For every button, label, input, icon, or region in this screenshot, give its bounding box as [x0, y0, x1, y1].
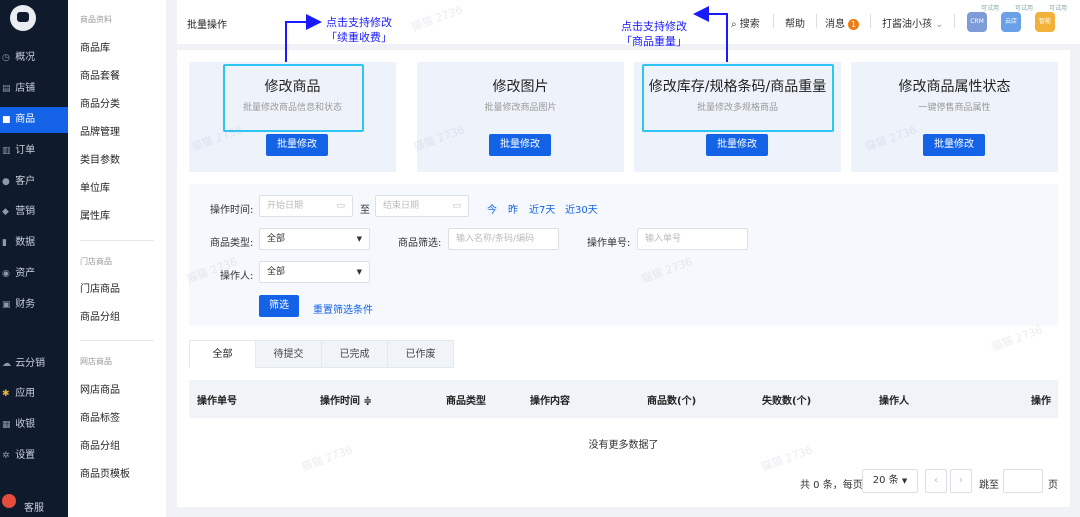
- annotation-arrow-left: [285, 14, 322, 62]
- annotation-arrows: [285, 6, 728, 62]
- app-root: ◷ 概况 ▤ 店铺 ■ 商品 ▥ 订单 ● 客户 ◆ 营销 ▮ 数据 ◉ 资产 …: [0, 0, 1080, 517]
- annotation-left: 点击支持修改 「续重收费」: [326, 16, 392, 44]
- annotation-arrow-right: [693, 6, 728, 62]
- annotation-right: 点击支持修改 「商品重量」: [621, 20, 687, 48]
